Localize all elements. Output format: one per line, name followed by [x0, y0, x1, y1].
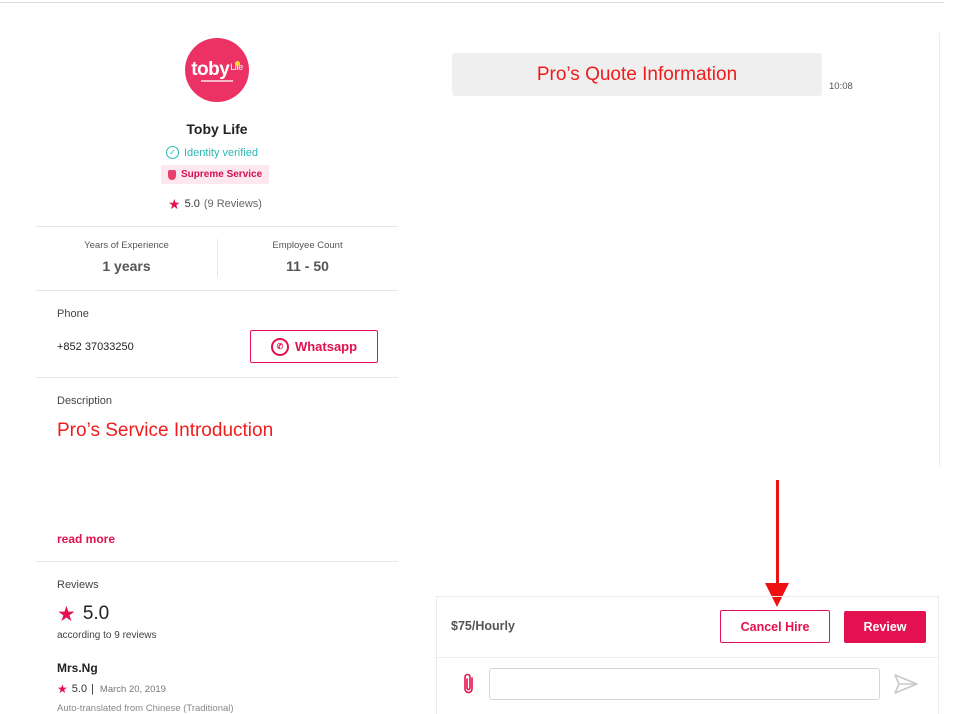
- whatsapp-button[interactable]: ✆ Whatsapp: [250, 330, 378, 363]
- stat-employees: Employee Count 11 - 50: [217, 240, 398, 274]
- arrow-annotation: [776, 480, 779, 586]
- whatsapp-label: Whatsapp: [294, 339, 358, 354]
- review-meta: ★ 5.0 | March 20, 2019: [57, 683, 166, 695]
- whatsapp-icon: ✆: [270, 337, 289, 356]
- reviews-subtitle: according to 9 reviews: [57, 630, 157, 641]
- description-label: Description: [57, 395, 113, 407]
- reviewer-name: Mrs.Ng: [57, 661, 98, 675]
- star-icon: ★: [168, 196, 181, 212]
- reviews-count: (9 Reviews): [203, 198, 262, 210]
- paperclip-icon[interactable]: [461, 672, 477, 696]
- divider: [36, 377, 398, 378]
- description-text: Pro’s Service Introduction: [57, 420, 274, 441]
- review-date: March 20, 2019: [99, 683, 166, 695]
- verified-label: Identity verified: [184, 146, 258, 159]
- review-rating: 5.0: [71, 683, 88, 695]
- quote-price: $75/Hourly: [451, 619, 515, 633]
- star-icon: ★: [57, 602, 76, 626]
- divider: [36, 561, 398, 562]
- pro-rating: ★ 5.0 (9 Reviews): [168, 197, 262, 211]
- review-button[interactable]: Review: [844, 611, 926, 643]
- check-circle-icon: ✓: [166, 146, 179, 159]
- stat-value: 1 years: [102, 258, 151, 274]
- action-bar-divider: [436, 657, 939, 658]
- chat-border: [939, 33, 940, 467]
- divider: [36, 226, 398, 227]
- star-icon: ★: [57, 682, 68, 696]
- reviews-score: ★ 5.0: [57, 603, 109, 625]
- send-icon[interactable]: [893, 672, 919, 696]
- cancel-hire-button[interactable]: Cancel Hire: [720, 610, 830, 643]
- rating-value: 5.0: [184, 198, 200, 210]
- pro-profile-panel: tobyLife Toby Life ✓ Identity verified S…: [36, 3, 398, 714]
- divider: [36, 290, 398, 291]
- chat-message-time: 10:08: [829, 81, 853, 92]
- shield-icon: [168, 169, 176, 180]
- badge-label: Supreme Service: [181, 169, 263, 180]
- phone-label: Phone: [57, 308, 89, 320]
- supreme-service-badge: Supreme Service: [161, 165, 270, 184]
- phone-number: +852 37033250: [57, 341, 134, 353]
- identity-verified: ✓ Identity verified: [166, 146, 258, 159]
- pro-name: Toby Life: [186, 121, 248, 137]
- stat-value: 11 - 50: [286, 258, 329, 274]
- message-input[interactable]: [489, 668, 880, 700]
- review-separator: |: [91, 683, 94, 695]
- read-more-link[interactable]: read more: [57, 532, 115, 546]
- translation-note: Auto-translated from Chinese (Traditiona…: [57, 703, 234, 714]
- stat-label: Years of Experience: [84, 240, 169, 251]
- reviews-score-value: 5.0: [82, 603, 110, 624]
- chat-message-text: Pro’s Quote Information: [536, 63, 738, 85]
- stat-experience: Years of Experience 1 years: [36, 240, 217, 274]
- chat-message-bubble: Pro’s Quote Information: [452, 53, 822, 96]
- stat-label: Employee Count: [272, 240, 343, 251]
- pro-logo: tobyLife: [185, 38, 249, 102]
- reviews-label: Reviews: [57, 579, 99, 591]
- logo-wordmark: toby: [191, 59, 230, 80]
